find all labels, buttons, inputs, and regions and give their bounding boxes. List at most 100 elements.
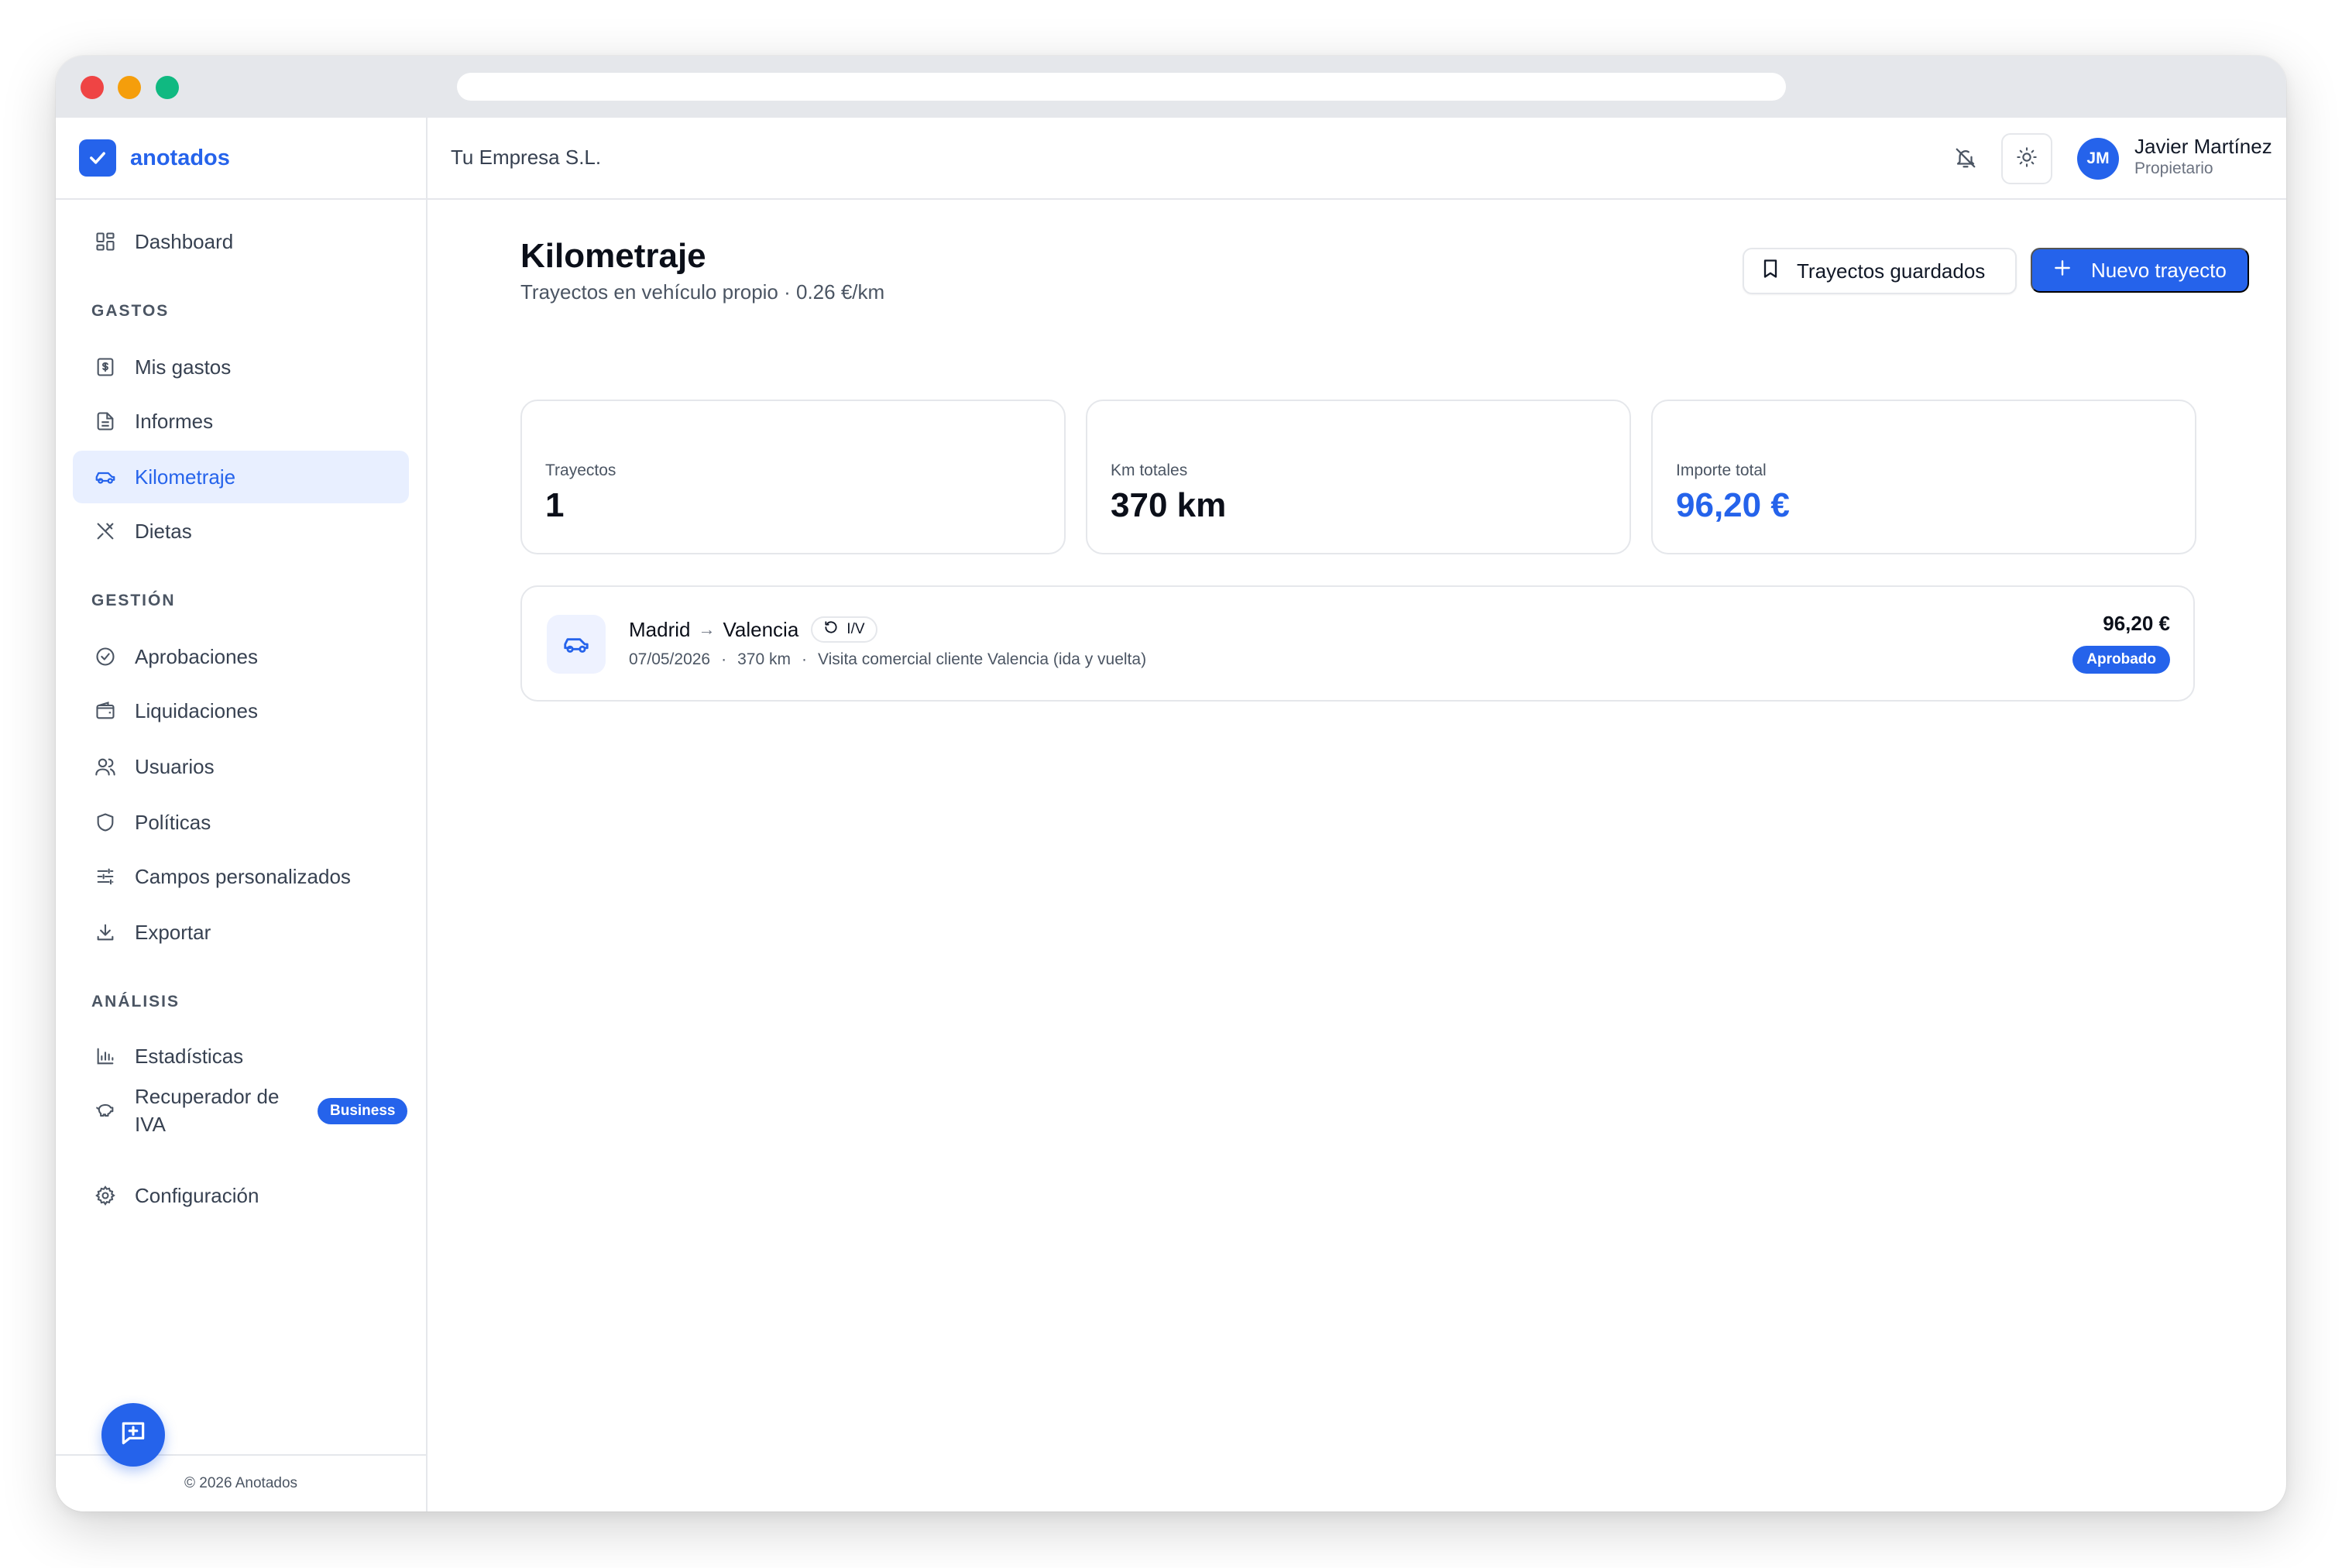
rotate-icon <box>823 619 839 640</box>
company-name[interactable]: Tu Empresa S.L. <box>451 146 601 170</box>
trip-destination: Valencia <box>723 617 799 641</box>
shield-icon <box>93 810 118 835</box>
stat-card-trayectos: Trayectos 1 <box>520 400 1066 554</box>
sidebar-item-label: Políticas <box>135 810 211 834</box>
sidebar-item-usuarios[interactable]: Usuarios <box>73 740 409 793</box>
trip-date: 07/05/2026 <box>629 650 711 668</box>
sidebar-item-recuperador-iva[interactable]: Recuperador de IVA Business <box>73 1079 409 1141</box>
trip-amount: 96,20 € <box>2103 612 2170 635</box>
separator: · <box>801 650 807 668</box>
stat-label: Importe total <box>1676 461 1767 479</box>
check-circle-icon <box>93 644 118 669</box>
page-subtitle: Trayectos en vehículo propio · 0.26 €/km <box>520 280 885 304</box>
wallet-icon <box>93 698 118 723</box>
download-icon <box>93 920 118 945</box>
plus-icon <box>2052 258 2072 283</box>
car-icon <box>547 615 606 674</box>
feedback-button[interactable] <box>101 1403 165 1467</box>
sidebar-item-estadisticas[interactable]: Estadísticas <box>73 1030 409 1083</box>
sidebar-item-exportar[interactable]: Exportar <box>73 906 409 959</box>
top-header: Tu Empresa S.L. JM Javier Martínez Propi… <box>428 118 2286 200</box>
sidebar-item-configuracion[interactable]: Configuración <box>73 1169 409 1222</box>
message-plus-icon <box>118 1419 148 1452</box>
piggy-bank-icon <box>93 1098 118 1123</box>
trip-distance: 370 km <box>737 650 791 668</box>
page-title: Kilometraje <box>520 237 706 275</box>
address-bar[interactable] <box>457 73 1786 101</box>
document-icon <box>93 409 118 434</box>
sidebar-item-label: Campos personalizados <box>135 864 351 888</box>
users-icon <box>93 754 118 779</box>
sidebar-footer: © 2026 Anotados <box>56 1454 426 1511</box>
sidebar-item-politicas[interactable]: Políticas <box>73 796 409 849</box>
stat-value: 370 km <box>1111 486 1227 524</box>
sidebar-item-label: Estadísticas <box>135 1044 244 1068</box>
sidebar-item-aprobaciones[interactable]: Aprobaciones <box>73 630 409 683</box>
business-badge: Business <box>318 1098 408 1124</box>
bell-off-icon[interactable] <box>1952 144 1980 172</box>
sidebar-item-dietas[interactable]: Dietas <box>73 505 409 558</box>
maximize-window-button[interactable] <box>156 76 179 99</box>
new-trip-button[interactable]: Nuevo trayecto <box>2031 248 2249 293</box>
main-content: Kilometraje Trayectos en vehículo propio… <box>428 200 2286 1511</box>
sidebar-item-mis-gastos[interactable]: Mis gastos <box>73 341 409 393</box>
title-bar <box>56 56 2286 118</box>
sidebar: anotados Dashboard GASTOS Mis gastos Inf… <box>56 118 428 1511</box>
sidebar-item-dashboard[interactable]: Dashboard <box>73 215 409 268</box>
brand-name: anotados <box>130 145 230 170</box>
trip-origin: Madrid <box>629 617 691 641</box>
sidebar-item-label: Kilometraje <box>135 465 236 489</box>
sidebar-item-kilometraje[interactable]: Kilometraje <box>73 451 409 503</box>
stat-card-km-totales: Km totales 370 km <box>1086 400 1631 554</box>
user-name[interactable]: Javier Martínez <box>2134 135 2272 159</box>
separator: · <box>721 650 727 668</box>
section-analisis: ANÁLISIS <box>91 993 180 1010</box>
minimize-window-button[interactable] <box>118 76 141 99</box>
new-trip-label: Nuevo trayecto <box>2091 258 2227 282</box>
saved-trips-button[interactable]: Trayectos guardados <box>1743 248 2017 294</box>
sidebar-item-informes[interactable]: Informes <box>73 395 409 448</box>
sidebar-item-label: Usuarios <box>135 754 215 778</box>
avatar[interactable]: JM <box>2077 138 2119 180</box>
sliders-icon <box>93 864 118 889</box>
stat-label: Km totales <box>1111 461 1188 479</box>
dashboard-icon <box>93 229 118 254</box>
saved-trips-label: Trayectos guardados <box>1797 259 1986 283</box>
section-gastos: GASTOS <box>91 302 170 320</box>
sidebar-item-label: Dietas <box>135 519 192 543</box>
trip-row[interactable]: Madrid → Valencia I/V 07/05/2026 · 370 k… <box>520 585 2195 702</box>
sidebar-item-campos-personalizados[interactable]: Campos personalizados <box>73 850 409 903</box>
section-gestion: GESTIÓN <box>91 592 176 609</box>
stat-label: Trayectos <box>545 461 616 479</box>
bar-chart-icon <box>93 1044 118 1069</box>
browser-window: anotados Dashboard GASTOS Mis gastos Inf… <box>56 56 2286 1511</box>
sidebar-item-label: Mis gastos <box>135 355 232 379</box>
trip-route: Madrid → Valencia I/V <box>629 616 877 643</box>
sidebar-item-label: Exportar <box>135 920 211 944</box>
bookmark-icon <box>1760 258 1781 285</box>
gear-icon <box>93 1183 118 1208</box>
sidebar-item-label: Recuperador de IVA <box>135 1085 280 1136</box>
sidebar-item-label: Liquidaciones <box>135 698 259 722</box>
round-trip-chip: I/V <box>811 616 877 643</box>
trip-meta: 07/05/2026 · 370 km · Visita comercial c… <box>629 650 1146 669</box>
sidebar-item-label: Aprobaciones <box>135 644 258 668</box>
status-badge: Aprobado <box>2072 646 2170 674</box>
stat-value: 1 <box>545 486 565 524</box>
sidebar-item-liquidaciones[interactable]: Liquidaciones <box>73 684 409 737</box>
theme-toggle-button[interactable] <box>2001 133 2052 184</box>
stat-card-importe-total: Importe total 96,20 € <box>1651 400 2196 554</box>
check-logo-icon <box>79 139 116 177</box>
close-window-button[interactable] <box>81 76 104 99</box>
arrow-right-icon: → <box>698 619 716 639</box>
user-role: Propietario <box>2134 160 2213 177</box>
stat-value: 96,20 € <box>1676 486 1790 524</box>
sidebar-item-label: Dashboard <box>135 229 234 253</box>
sidebar-item-label: Configuración <box>135 1183 259 1207</box>
car-icon <box>93 465 118 489</box>
round-trip-label: I/V <box>846 621 865 637</box>
sidebar-item-label: Informes <box>135 409 214 433</box>
receipt-icon <box>93 355 118 379</box>
sun-icon <box>2016 146 2038 172</box>
brand[interactable]: anotados <box>56 118 426 200</box>
